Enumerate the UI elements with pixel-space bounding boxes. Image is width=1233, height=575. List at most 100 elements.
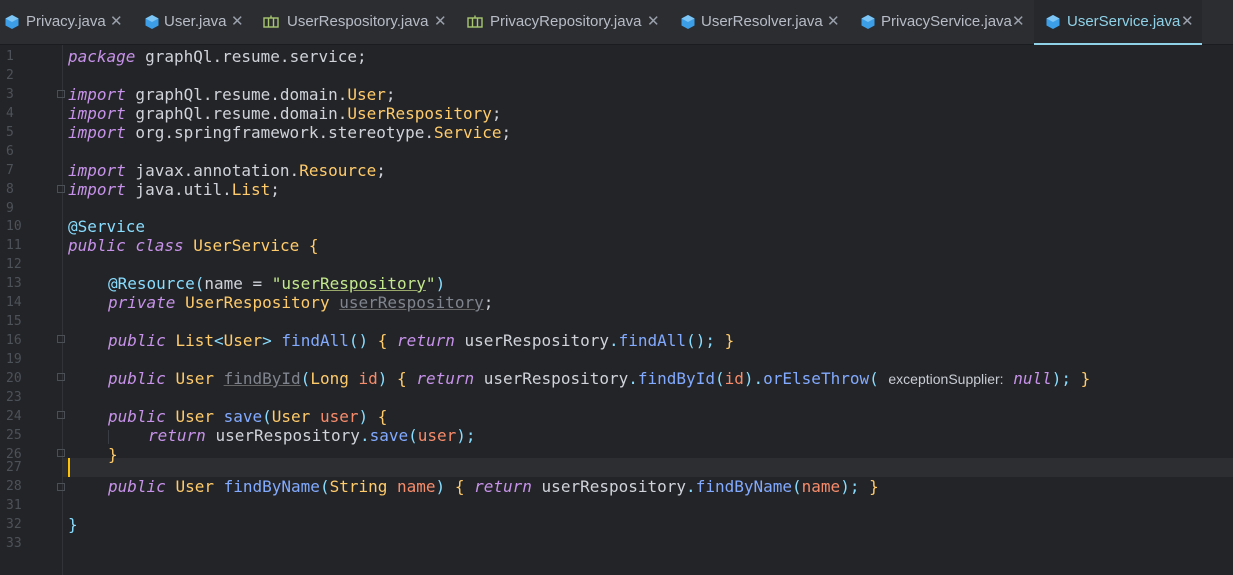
class-ref: UserRespository — [347, 104, 492, 123]
code-line[interactable]: public User save(User user) { — [108, 407, 387, 426]
current-line-highlight — [62, 458, 1233, 477]
code-line[interactable]: public User findByName(String name) { re… — [108, 477, 879, 496]
dot: . — [608, 331, 619, 350]
code-line[interactable]: } — [68, 515, 78, 534]
tab-privacyrepository-java[interactable]: PrivacyRepository.java ✕ — [464, 0, 664, 44]
semicolon: ; — [385, 85, 396, 104]
fold-marker-icon[interactable] — [57, 483, 65, 491]
semicolon: ; — [483, 293, 494, 312]
tab-label: PrivacyRepository.java — [490, 13, 642, 30]
line-number: 11 — [6, 238, 22, 253]
fold-marker-icon[interactable] — [57, 411, 65, 419]
tab-userrespository-java[interactable]: UserRespository.java ✕ — [261, 0, 456, 44]
annotation: @Resource — [108, 274, 195, 293]
class-icon — [681, 15, 695, 29]
semicolon: ; — [376, 161, 386, 180]
code-line[interactable]: package graphQl.resume.service; — [68, 47, 367, 66]
tab-userresolver-java[interactable]: UserResolver.java ✕ — [677, 0, 842, 44]
null-literal: null — [1013, 369, 1052, 388]
interface-icon — [263, 15, 279, 28]
code-line[interactable]: public User findById(Long id) { return u… — [108, 369, 1090, 388]
package-path: org.springframework.stereotype. — [125, 123, 435, 142]
tab-privacy-java[interactable]: Privacy.java ✕ — [0, 0, 125, 44]
brace: } — [724, 331, 735, 350]
line-number: 16 — [6, 333, 22, 348]
code-line[interactable]: return userRespository.save(user); — [148, 426, 476, 445]
code-line[interactable]: import java.util.List; — [68, 180, 280, 199]
type-name: User — [271, 407, 311, 426]
code-editor[interactable]: 1 2 3 4 5 6 7 8 9 10 11 12 13 14 15 16 1… — [0, 45, 1233, 575]
line-number: 2 — [6, 68, 14, 83]
fold-marker-icon[interactable] — [57, 335, 65, 343]
tab-label: PrivacyService.java — [881, 13, 1012, 30]
code-line[interactable]: public class UserService { — [68, 236, 319, 255]
code-line[interactable]: import org.springframework.stereotype.Se… — [68, 123, 511, 142]
type-name: User — [175, 407, 214, 426]
variable: userRespository — [464, 331, 609, 350]
fold-marker-icon[interactable] — [57, 449, 65, 457]
brace: } — [869, 477, 879, 496]
method-name: findById — [223, 369, 301, 388]
close-icon[interactable]: ✕ — [827, 0, 840, 44]
line-number: 19 — [6, 352, 22, 367]
code-line[interactable]: import graphQl.resume.domain.User; — [68, 85, 396, 104]
paren: ( — [408, 426, 418, 445]
tab-privacyservice-java[interactable]: PrivacyService.java ✕ — [857, 0, 1027, 44]
class-ref: Resource — [299, 161, 377, 180]
variable: userRespository — [483, 369, 629, 388]
parameter-hint: exceptionSupplier: — [888, 371, 1004, 387]
class-icon — [5, 15, 19, 29]
keyword: class — [135, 236, 184, 255]
paren: ( — [300, 369, 311, 388]
package-path: graphQl.resume.domain. — [125, 104, 348, 123]
annotation: @Service — [68, 217, 146, 236]
tab-user-java[interactable]: User.java ✕ — [141, 0, 251, 44]
string-literal-warning: Respository — [319, 274, 426, 293]
keyword: public — [108, 477, 166, 496]
close-icon[interactable]: ✕ — [434, 0, 447, 44]
keyword: public — [108, 407, 166, 426]
close-icon[interactable]: ✕ — [1181, 0, 1194, 44]
code-line[interactable]: @Service — [68, 217, 145, 236]
tab-label: User.java — [164, 13, 227, 30]
fold-marker-icon[interactable] — [57, 90, 65, 98]
code-line[interactable]: } — [108, 445, 118, 464]
line-number: 27 — [6, 460, 22, 475]
line-number: 14 — [6, 295, 22, 310]
argument: id — [724, 369, 744, 388]
brace: { — [377, 331, 388, 350]
keyword: return — [474, 477, 532, 496]
keyword: import — [68, 180, 126, 199]
line-number: 20 — [6, 371, 22, 386]
close-icon[interactable]: ✕ — [231, 0, 244, 44]
close-icon[interactable]: ✕ — [647, 0, 660, 44]
brace: } — [108, 445, 118, 464]
fold-marker-icon[interactable] — [57, 373, 65, 381]
tab-userservice-java[interactable]: UserService.java ✕ — [1034, 0, 1202, 45]
keyword: import — [68, 123, 126, 142]
semicolon: ; — [491, 104, 502, 123]
package-path: javax.annotation. — [125, 161, 300, 180]
code-line[interactable]: private UserRespository userRespository; — [108, 293, 493, 312]
string-literal: "user — [271, 274, 320, 293]
line-number: 10 — [6, 219, 22, 234]
code-line[interactable]: public List<User> findAll() { return use… — [108, 331, 734, 350]
line-number: 7 — [6, 163, 14, 178]
variable: userRespository — [541, 477, 687, 496]
line-number: 6 — [6, 144, 14, 159]
fold-marker-icon[interactable] — [57, 185, 65, 193]
code-line[interactable]: import graphQl.resume.domain.UserResposi… — [68, 104, 502, 123]
indent-guide — [108, 430, 109, 444]
close-icon[interactable]: ✕ — [110, 0, 123, 44]
brace: } — [1080, 369, 1091, 388]
annotation-param: name — [204, 274, 243, 293]
paren: ( — [792, 477, 802, 496]
code-line[interactable]: @Resource(name = "userRespository") — [108, 274, 445, 293]
close-icon[interactable]: ✕ — [1012, 0, 1025, 44]
keyword: import — [68, 161, 126, 180]
variable: userRespository — [215, 426, 360, 445]
paren: ( — [714, 369, 725, 388]
tab-label: Privacy.java — [26, 13, 106, 30]
code-line[interactable]: import javax.annotation.Resource; — [68, 161, 386, 180]
method-call: findByName — [695, 477, 793, 496]
